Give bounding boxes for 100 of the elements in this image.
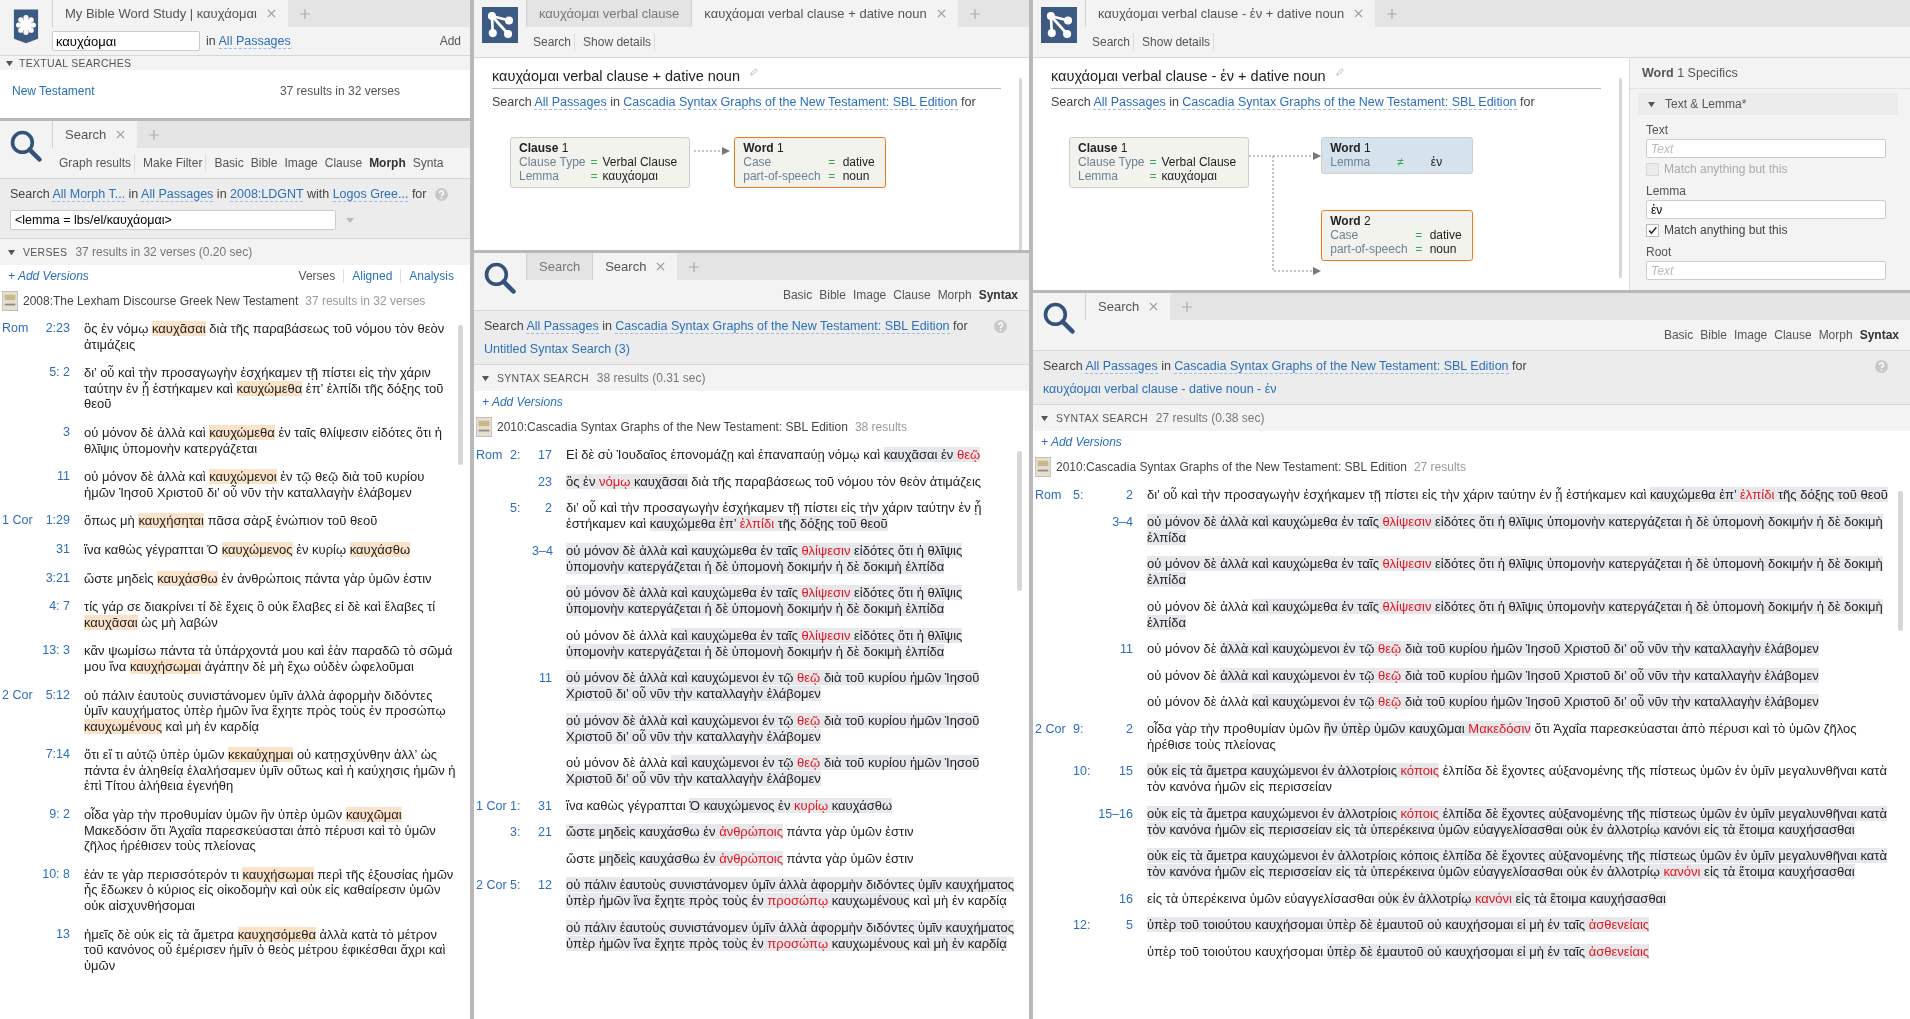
search-type-tab[interactable]: Basic	[1660, 326, 1697, 344]
add-button[interactable]: Add	[436, 32, 464, 50]
scrollbar[interactable]	[1619, 78, 1622, 278]
help-icon[interactable]	[435, 187, 448, 201]
scrollbar[interactable]	[1019, 78, 1022, 250]
clause-node[interactable]: Clause 1 Clause Type = Verbal Clause Lemma = καυχάομαι	[1069, 137, 1250, 188]
triangle-icon[interactable]	[8, 248, 15, 256]
reference-link[interactable]: 31	[42, 541, 70, 558]
view-link[interactable]: Verses	[290, 269, 344, 283]
reference-link[interactable]: 11	[42, 469, 70, 501]
dropdown-link[interactable]: Logos Gree...	[332, 187, 409, 202]
verse-link[interactable]: 23	[532, 473, 552, 490]
tab[interactable]: καυχάομαι verbal clause + dative noun	[691, 0, 958, 27]
verse-link[interactable]: 5	[1097, 917, 1133, 933]
help-icon[interactable]	[994, 319, 1007, 333]
toolbar-button[interactable]: Graph results	[56, 154, 136, 172]
book-link[interactable]: Rom	[476, 447, 506, 463]
reference-link[interactable]: 13	[42, 926, 70, 974]
new-tab-icon[interactable]	[149, 129, 160, 140]
reference-link[interactable]: 3:21	[42, 570, 70, 587]
reference-link[interactable]: 2:23	[42, 321, 70, 353]
search-type-tab[interactable]: Image	[281, 154, 321, 172]
text-field[interactable]: ἐν	[1646, 200, 1886, 219]
toolbar-button[interactable]: Search	[530, 33, 576, 51]
dropdown-link[interactable]: Cascadia Syntax Graphs of the New Testament: SBL Edition	[623, 95, 958, 110]
dropdown-link[interactable]: Cascadia Syntax Graphs of the New Testament: SBL Edition	[1182, 95, 1517, 110]
verse-link[interactable]: 31	[532, 797, 552, 814]
reference-link[interactable]: 7:14	[42, 747, 70, 795]
view-link[interactable]: Aligned	[343, 269, 401, 283]
reference-link[interactable]: 9: 2	[42, 807, 70, 854]
query-link[interactable]: καυχάομαι verbal clause - dative noun - ἐν	[1043, 382, 1277, 396]
word-node[interactable]: Word 1 Lemma ≠ ἐν	[1321, 137, 1474, 174]
verse-link[interactable]: 12	[532, 877, 552, 909]
dropdown-link[interactable]: All Morph T...	[52, 187, 126, 202]
word-node[interactable]: Word 1 Case = dative part-of-speech = noun	[734, 137, 887, 188]
verse-link[interactable]: 3–4	[532, 542, 552, 575]
search-type-tab[interactable]: Syntax	[1856, 326, 1902, 344]
verse-link[interactable]: 17	[532, 447, 552, 463]
resource-title[interactable]: 2008:The Lexham Discourse Greek New Testament	[23, 294, 299, 308]
search-type-tab[interactable]: Clause	[890, 286, 934, 304]
query-title[interactable]: καυχάομαι verbal clause - ἐν + dative noun	[1051, 68, 1326, 84]
search-type-tab[interactable]: Bible	[816, 286, 849, 304]
reference-link[interactable]: 3	[42, 424, 70, 457]
dropdown-link[interactable]: All Passages	[218, 34, 291, 49]
close-icon[interactable]	[936, 9, 946, 18]
chapter-link[interactable]: 12:	[1073, 917, 1093, 933]
triangle-icon[interactable]	[482, 374, 489, 382]
chapter-link[interactable]: 9:	[1073, 720, 1093, 753]
reference-link[interactable]: 1:29	[42, 513, 70, 529]
book-link[interactable]: 1 Cor	[476, 797, 506, 814]
chapter-link[interactable]: 5:	[510, 500, 528, 532]
resource-title[interactable]: 2010:Cascadia Syntax Graphs of the New Testament: SBL Edition	[1056, 460, 1407, 474]
verse-link[interactable]: 2	[1097, 487, 1133, 503]
checkbox[interactable]	[1646, 223, 1659, 237]
word-input[interactable]: καυχάομαι	[52, 31, 200, 51]
chapter-link[interactable]: 2:	[510, 447, 528, 463]
search-type-tab[interactable]: Basic	[779, 286, 816, 304]
new-tab-icon[interactable]	[1387, 8, 1398, 19]
chapter-link[interactable]: 5:	[1073, 487, 1093, 503]
tab[interactable]: καυχάομαι verbal clause - ἐν + dative noun	[1085, 0, 1376, 27]
view-link[interactable]: Analysis	[400, 269, 462, 283]
help-icon[interactable]	[1875, 359, 1888, 373]
book-link[interactable]: 1 Cor	[2, 513, 38, 529]
search-type-tab[interactable]: Bible	[247, 154, 281, 172]
dropdown-link[interactable]: Cascadia Syntax Graphs of the New Testament: SBL Edition	[1174, 359, 1509, 374]
scrollbar[interactable]	[1898, 491, 1903, 631]
verse-link[interactable]: 11	[1097, 641, 1133, 657]
dropdown-link[interactable]: All Passages	[526, 319, 599, 334]
tab[interactable]: Search	[52, 121, 138, 148]
scrollbar[interactable]	[1017, 451, 1022, 591]
resource-title[interactable]: 2010:Cascadia Syntax Graphs of the New Testament: SBL Edition	[497, 420, 848, 434]
add-versions-link[interactable]: + Add Versions	[1041, 435, 1122, 449]
triangle-icon[interactable]	[6, 59, 13, 67]
close-icon[interactable]	[656, 262, 666, 271]
chapter-link[interactable]: 1:	[510, 797, 528, 814]
add-versions-link[interactable]: + Add Versions	[8, 269, 89, 283]
scrollbar[interactable]	[458, 325, 463, 465]
book-link[interactable]: 2 Cor	[2, 687, 38, 735]
reference-link[interactable]: 13: 3	[42, 643, 70, 675]
search-type-tab[interactable]: Basic	[211, 154, 247, 172]
triangle-icon[interactable]	[1041, 414, 1048, 422]
search-type-tab[interactable]: Morph	[934, 286, 975, 304]
verse-link[interactable]: 15–16	[1097, 805, 1133, 838]
verse-link[interactable]: 11	[532, 670, 552, 702]
search-type-tab[interactable]: Synta	[409, 154, 447, 172]
close-icon[interactable]	[1149, 302, 1159, 311]
search-type-tab[interactable]: Image	[1730, 326, 1771, 344]
dropdown-link[interactable]: 2008:LDGNT	[230, 187, 304, 202]
text-field[interactable]: Text	[1646, 139, 1886, 158]
book-link[interactable]: Rom	[2, 321, 38, 353]
search-type-tab[interactable]: Clause	[1771, 326, 1815, 344]
reference-link[interactable]: 10: 8	[42, 866, 70, 914]
pencil-icon[interactable]	[750, 68, 758, 76]
search-link[interactable]: New Testament	[12, 84, 95, 98]
toolbar-button[interactable]: Show details	[1139, 33, 1215, 51]
dropdown-link[interactable]: Cascadia Syntax Graphs of the New Testament: SBL Edition	[615, 319, 950, 334]
new-tab-icon[interactable]	[1182, 301, 1193, 312]
search-type-tab[interactable]: Clause	[321, 154, 366, 172]
verse-link[interactable]: 2	[532, 500, 552, 532]
search-type-tab[interactable]: Bible	[1697, 326, 1730, 344]
